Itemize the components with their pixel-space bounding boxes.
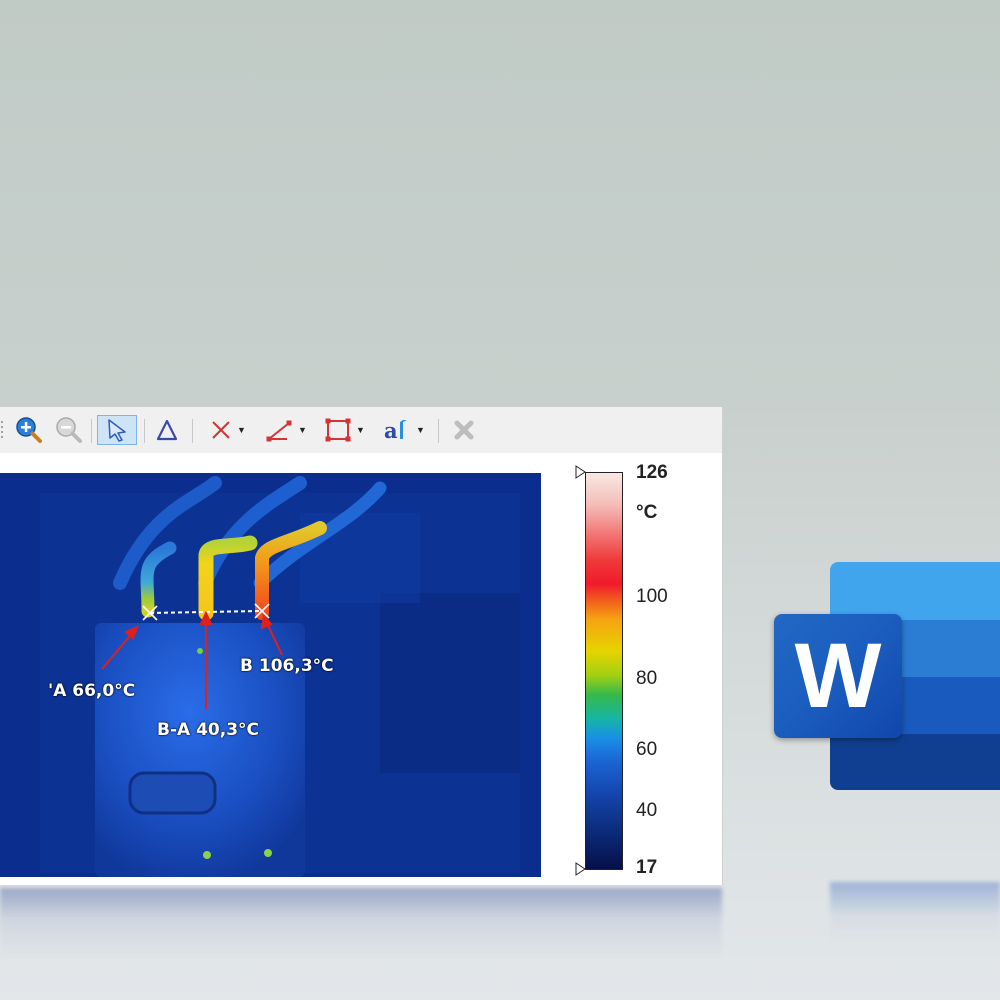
delete-icon: [454, 420, 474, 440]
scale-tick: 100: [636, 586, 668, 607]
word-logo-page: [830, 562, 1000, 620]
image-viewport: 'A 66,0°C B 106,3°C B-A 40,3°C 126 °C 10…: [0, 453, 722, 885]
toolbar: ▼ ▼ ▼ a ▼: [0, 407, 722, 453]
zoom-out-icon: [56, 417, 82, 443]
zoom-out-button[interactable]: [52, 415, 84, 445]
line-tool-button[interactable]: ▼: [260, 415, 312, 445]
delta-label: B-A 40,3°C: [157, 720, 260, 740]
chevron-down-icon: ▼: [298, 425, 307, 435]
word-logo-page: [830, 734, 1000, 790]
line-tool-icon: [266, 420, 292, 442]
zoom-in-icon: [16, 417, 42, 443]
scale-min-value: 17: [636, 857, 658, 878]
window-reflection: [0, 888, 722, 958]
chevron-down-icon: ▼: [416, 425, 425, 435]
scale-max-value: 126: [636, 462, 668, 483]
scale-tick: 40: [636, 800, 658, 821]
scale-max-handle-icon[interactable]: [575, 465, 587, 479]
select-tool-button[interactable]: [97, 415, 137, 445]
svg-text:a: a: [384, 418, 398, 443]
delta-icon: [156, 419, 178, 441]
chevron-down-icon: ▼: [237, 425, 246, 435]
word-logo-letter: W: [794, 625, 882, 727]
rectangle-tool-button[interactable]: ▼: [318, 415, 370, 445]
temperature-color-scale: [585, 472, 623, 870]
text-tool-icon: a: [384, 418, 408, 443]
select-arrow-icon: [108, 419, 126, 442]
delete-button[interactable]: [448, 415, 480, 445]
scale-tick: 60: [636, 739, 658, 760]
point-b-label: B 106,3°C: [240, 656, 334, 676]
word-logo-badge: W: [774, 614, 902, 738]
chevron-down-icon: ▼: [356, 425, 365, 435]
text-tool-button[interactable]: a ▼: [378, 415, 430, 445]
zoom-in-button[interactable]: [12, 415, 44, 445]
scale-unit: °C: [636, 502, 658, 523]
word-logo-icon: W: [774, 562, 1000, 792]
rectangle-tool-icon: [325, 418, 351, 442]
logo-reflection: [830, 882, 1000, 942]
scale-min-handle-icon[interactable]: [575, 862, 587, 876]
spot-tool-button[interactable]: ▼: [202, 415, 252, 445]
delta-button[interactable]: [152, 415, 182, 445]
point-a-label: 'A 66,0°C: [48, 681, 136, 701]
scale-tick: 80: [636, 668, 658, 689]
toolbar-grip-icon: [1, 421, 3, 438]
thermal-app-window: ▼ ▼ ▼ a ▼ 'A 66,0°C B 106,3°C B-A 40,3°C…: [0, 407, 723, 885]
spot-marker-icon: [212, 421, 230, 439]
